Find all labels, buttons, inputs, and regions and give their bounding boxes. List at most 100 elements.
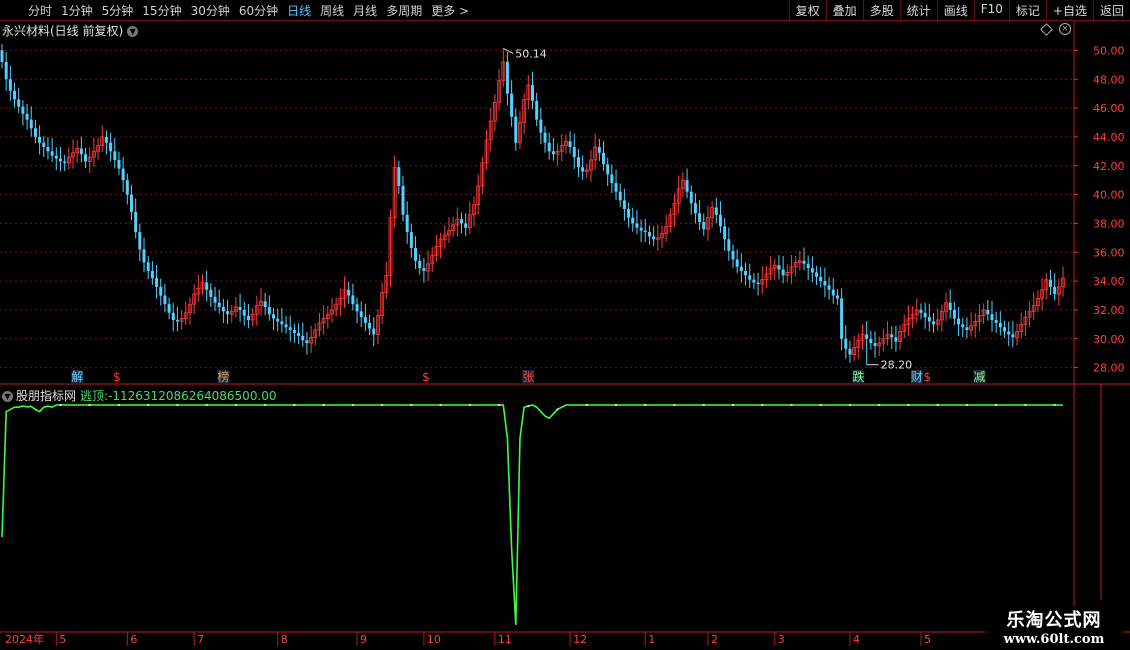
- candle-body: [242, 309, 246, 316]
- candle-body: [627, 209, 631, 218]
- candle-body: [213, 296, 217, 303]
- y-tick-label: 50.00: [1093, 44, 1125, 57]
- x-tick-label: 1: [648, 633, 655, 646]
- candle: [668, 208, 673, 233]
- candle: [21, 100, 25, 126]
- candle: [113, 137, 117, 169]
- candle: [426, 250, 430, 281]
- x-tick-label: 4: [853, 633, 860, 646]
- candle: [476, 174, 481, 215]
- candle-body: [292, 330, 296, 333]
- candle-body: [263, 301, 267, 308]
- candle: [163, 283, 167, 313]
- indicator-dot: [322, 404, 325, 406]
- candle: [731, 244, 735, 268]
- candle: [472, 196, 476, 227]
- candle: [33, 120, 37, 144]
- candle-body: [827, 285, 831, 290]
- candle: [188, 297, 192, 325]
- candle-body: [602, 152, 606, 165]
- candle: [572, 133, 576, 169]
- candle-body: [702, 221, 706, 230]
- watermark: 乐淘公式网 www.60lt.com: [985, 606, 1123, 647]
- candle: [129, 184, 133, 221]
- candle: [422, 258, 426, 283]
- candle: [714, 197, 718, 223]
- candle-body: [698, 213, 702, 222]
- candle-body: [175, 320, 179, 322]
- candle-body: [21, 106, 25, 114]
- candle: [359, 301, 363, 328]
- indicator-dot: [439, 404, 442, 406]
- candle: [806, 255, 810, 280]
- candle-body: [840, 298, 844, 339]
- candle-body: [284, 324, 288, 328]
- candle: [898, 325, 902, 350]
- indicator-title-bar[interactable]: ▼ 股朋指标网 逃顶:-1126312086264086500.00: [2, 387, 277, 404]
- candle: [334, 297, 339, 317]
- y-tick-label: 28.00: [1093, 362, 1125, 375]
- candle: [63, 154, 67, 172]
- candle-body: [535, 100, 539, 120]
- candle-body: [1007, 331, 1011, 335]
- candle-body: [835, 295, 839, 299]
- candle-body: [865, 334, 869, 339]
- candle: [480, 156, 485, 195]
- candle: [685, 168, 689, 199]
- candle: [1061, 266, 1065, 297]
- candle-body: [890, 334, 894, 338]
- candle-body: [405, 214, 409, 233]
- candle: [297, 323, 301, 345]
- candle: [0, 43, 4, 69]
- event-marker: 解: [71, 370, 83, 384]
- event-marker: $: [113, 370, 121, 384]
- candle: [438, 232, 443, 259]
- close-icon[interactable]: ✕: [1059, 23, 1071, 35]
- candle-body: [368, 322, 372, 329]
- candle: [802, 247, 806, 271]
- candle: [459, 212, 463, 234]
- candle-body: [948, 302, 952, 310]
- candle: [973, 313, 978, 338]
- event-marker: $: [923, 370, 931, 384]
- candle: [1015, 323, 1019, 346]
- candle: [91, 137, 96, 168]
- candle: [797, 250, 802, 271]
- candle: [961, 317, 965, 338]
- candle: [4, 52, 8, 91]
- candle-body: [355, 304, 359, 312]
- candle-body: [806, 263, 810, 269]
- candle: [267, 295, 271, 321]
- chevron-down-icon[interactable]: ▼: [2, 391, 13, 402]
- candle-body: [109, 142, 113, 152]
- candle-body: [58, 158, 62, 162]
- candle: [276, 308, 280, 332]
- candle-body: [652, 236, 656, 240]
- chevron-down-icon[interactable]: ▼: [127, 26, 139, 37]
- stock-title-bar[interactable]: 永兴材料(日线 前复权) ▼: [2, 22, 139, 39]
- candle-body: [226, 311, 230, 315]
- candle: [827, 277, 831, 300]
- candle: [259, 287, 263, 316]
- candle: [1044, 273, 1049, 300]
- candles: [0, 43, 1065, 365]
- candle: [927, 303, 931, 332]
- candle-body: [79, 148, 83, 155]
- candle-body: [138, 232, 142, 250]
- candle: [823, 267, 827, 298]
- candle: [96, 137, 100, 160]
- candle-body: [42, 142, 46, 148]
- candle: [1036, 290, 1040, 313]
- candle: [397, 160, 401, 195]
- candle: [748, 263, 752, 288]
- candle: [1040, 278, 1045, 311]
- candle: [602, 141, 606, 171]
- candle: [434, 234, 439, 262]
- candle: [932, 313, 936, 333]
- x-tick-label: 10: [427, 633, 441, 646]
- y-tick-label: 48.00: [1093, 73, 1125, 86]
- candle-body: [919, 309, 923, 313]
- kline-chart[interactable]: 50.00 48.00 46.00 44.00 42.00 40.00 38.00 36.00…: [0, 0, 1130, 650]
- x-tick-label: 5: [924, 633, 931, 646]
- candle: [631, 207, 635, 232]
